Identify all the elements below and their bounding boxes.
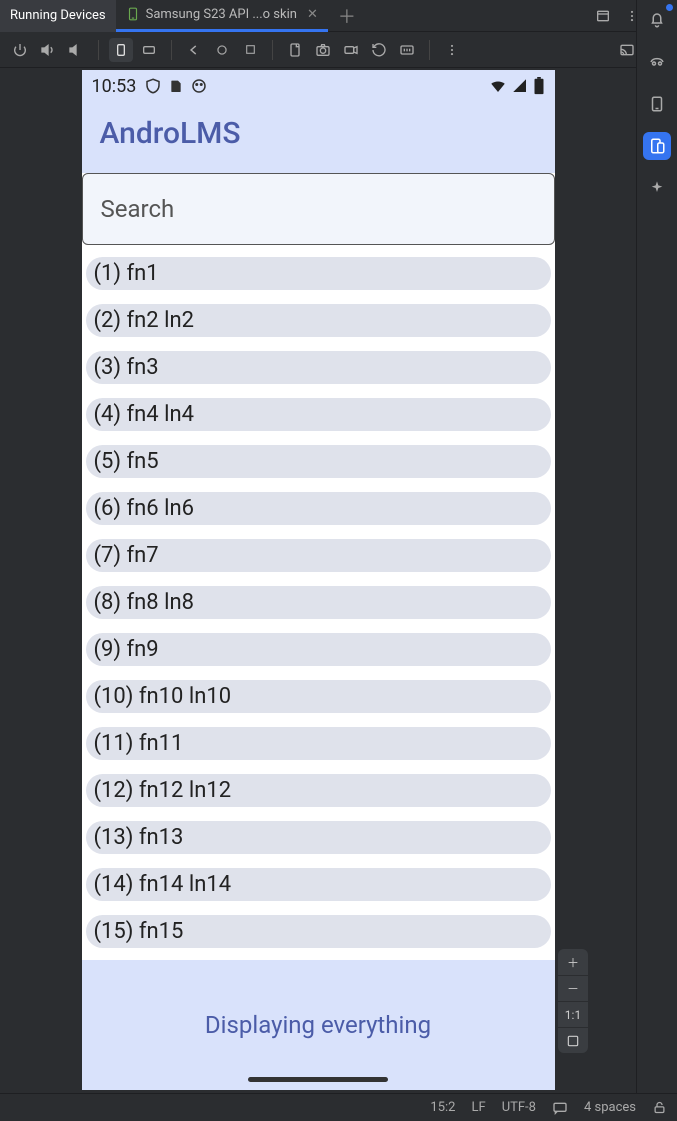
nav-indicator[interactable] <box>248 1077 388 1082</box>
indent-setting[interactable]: 4 spaces <box>584 1100 636 1115</box>
add-tab-button[interactable]: ＋ <box>328 3 366 29</box>
tab-device-samsung[interactable]: Samsung S23 API ...o skin ✕ <box>116 0 328 32</box>
line-ending[interactable]: LF <box>472 1100 486 1115</box>
close-icon[interactable]: ✕ <box>307 7 318 22</box>
results-list: (1) fn1 (2) fn2 ln2 (3) fn3 (4) fn4 ln4 (5) … <box>82 245 555 948</box>
search-placeholder: Search <box>101 195 175 223</box>
encoding[interactable]: UTF-8 <box>502 1100 536 1115</box>
tab-label: Running Devices <box>10 8 106 23</box>
list-item[interactable]: (13) fn13 <box>86 821 551 854</box>
footer-status: Displaying everything <box>82 960 555 1090</box>
memory-icon[interactable] <box>643 48 671 76</box>
rotate-right-button[interactable] <box>137 38 161 62</box>
home-button[interactable] <box>210 38 234 62</box>
step-back-button[interactable] <box>367 38 391 62</box>
lock-icon[interactable] <box>652 1100 667 1115</box>
window-icon[interactable] <box>595 8 611 24</box>
list-item[interactable]: (1) fn1 <box>86 257 551 290</box>
main-area: 10:53 AndroLMS <box>0 68 636 1093</box>
shield-icon <box>144 77 162 95</box>
circle-icon <box>190 77 208 95</box>
emulator-toolbar <box>0 32 677 68</box>
extended-controls-button[interactable] <box>395 38 419 62</box>
wifi-icon <box>489 77 507 95</box>
list-item[interactable]: (11) fn11 <box>86 727 551 760</box>
list-item[interactable]: (6) fn6 ln6 <box>86 492 551 525</box>
list-item[interactable]: (4) fn4 ln4 <box>86 398 551 431</box>
phone-icon <box>126 7 140 21</box>
volume-down-button[interactable] <box>64 38 88 62</box>
list-item[interactable]: (2) fn2 ln2 <box>86 304 551 337</box>
top-tab-strip: Running Devices Samsung S23 API ...o ski… <box>0 0 677 32</box>
zoom-panel: ＋ － 1:1 <box>558 949 588 1053</box>
search-input[interactable]: Search <box>82 173 555 245</box>
list-item[interactable]: (5) fn5 <box>86 445 551 478</box>
back-button[interactable] <box>182 38 206 62</box>
zoom-out-button[interactable]: － <box>558 975 588 1001</box>
list-item[interactable]: (14) fn14 ln14 <box>86 868 551 901</box>
screenshot-select-button[interactable] <box>283 38 307 62</box>
android-status-bar: 10:53 <box>82 70 555 102</box>
sd-card-icon <box>168 78 184 94</box>
zoom-in-button[interactable]: ＋ <box>558 949 588 975</box>
right-tool-rail <box>636 0 677 1093</box>
tab-label: Samsung S23 API ...o skin <box>146 7 297 22</box>
list-item[interactable]: (7) fn7 <box>86 539 551 572</box>
device-manager-icon[interactable] <box>643 90 671 118</box>
tab-running-devices[interactable]: Running Devices <box>0 0 116 32</box>
overview-button[interactable] <box>238 38 262 62</box>
kebab-icon[interactable] <box>440 38 464 62</box>
volume-up-button[interactable] <box>36 38 60 62</box>
running-devices-icon[interactable] <box>643 132 671 160</box>
video-button[interactable] <box>339 38 363 62</box>
sparkle-icon[interactable] <box>643 174 671 202</box>
list-item[interactable]: (3) fn3 <box>86 351 551 384</box>
list-item[interactable]: (9) fn9 <box>86 633 551 666</box>
chat-icon[interactable] <box>552 1100 568 1116</box>
app-title: AndroLMS <box>82 102 555 173</box>
list-item[interactable]: (12) fn12 ln12 <box>86 774 551 807</box>
list-item[interactable]: (10) fn10 ln10 <box>86 680 551 713</box>
camera-button[interactable] <box>311 38 335 62</box>
zoom-fit-button[interactable] <box>558 1027 588 1053</box>
rotate-left-button[interactable] <box>109 38 133 62</box>
status-time: 10:53 <box>92 76 137 97</box>
zoom-reset-button[interactable]: 1:1 <box>558 1001 588 1027</box>
battery-icon <box>533 77 545 95</box>
signal-icon <box>511 77 529 95</box>
footer-label: Displaying everything <box>205 1011 431 1039</box>
power-button[interactable] <box>8 38 32 62</box>
caret-position[interactable]: 15:2 <box>430 1100 455 1115</box>
list-item[interactable]: (8) fn8 ln8 <box>86 586 551 619</box>
list-item[interactable]: (15) fn15 <box>86 915 551 948</box>
notifications-icon[interactable] <box>643 6 671 34</box>
ide-status-bar: 15:2 LF UTF-8 4 spaces <box>0 1093 677 1121</box>
emulator-screen[interactable]: 10:53 AndroLMS <box>82 70 555 1090</box>
